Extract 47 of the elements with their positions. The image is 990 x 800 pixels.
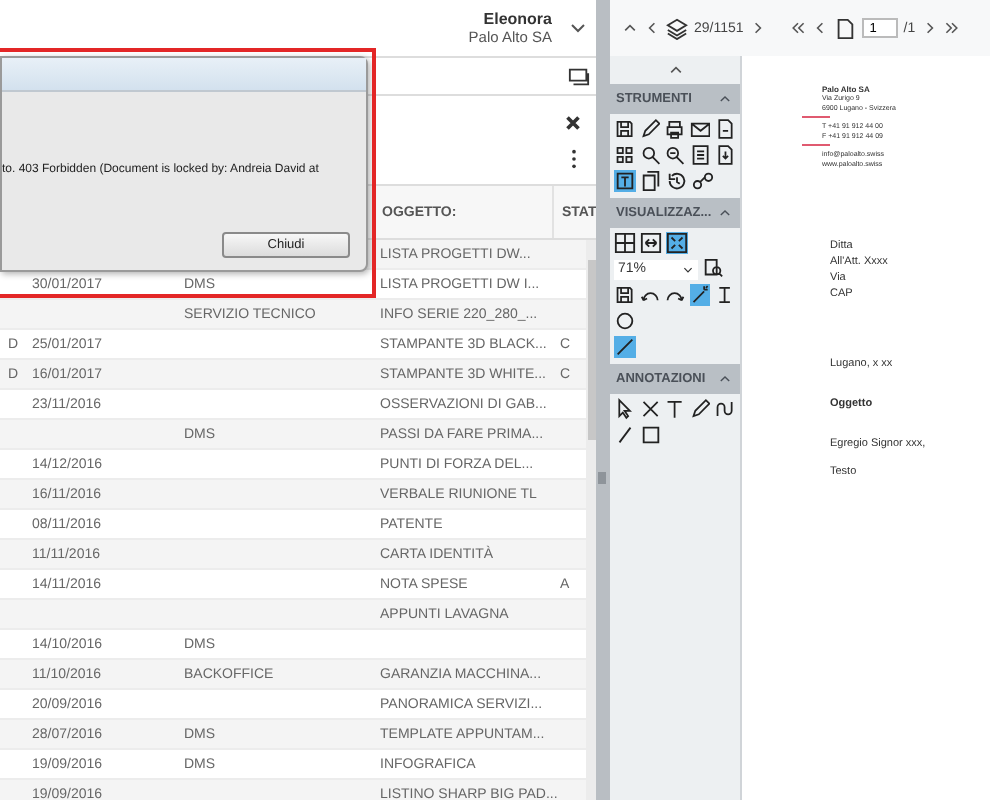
pen-icon[interactable] bbox=[639, 118, 661, 140]
caret-up-icon[interactable] bbox=[718, 372, 732, 386]
expand-icon[interactable] bbox=[666, 232, 688, 254]
curve-icon[interactable] bbox=[714, 398, 736, 420]
chevron-left-icon[interactable] bbox=[811, 20, 828, 36]
line-icon[interactable] bbox=[614, 424, 636, 446]
floppy-icon[interactable] bbox=[614, 118, 636, 140]
cross-icon[interactable] bbox=[639, 398, 661, 420]
zoom-page-icon[interactable] bbox=[702, 258, 724, 280]
caret-up-icon[interactable] bbox=[718, 92, 732, 106]
scrollbar[interactable] bbox=[586, 240, 596, 800]
text-icon[interactable] bbox=[664, 398, 686, 420]
layers-icon bbox=[666, 17, 688, 39]
rectangle-icon[interactable] bbox=[640, 424, 662, 446]
fit-width-icon[interactable] bbox=[640, 232, 662, 254]
caret-up-icon[interactable] bbox=[718, 206, 732, 220]
chevron-down-icon[interactable] bbox=[568, 18, 588, 38]
grid-icon[interactable] bbox=[614, 144, 636, 166]
copy-icon[interactable] bbox=[640, 170, 662, 192]
chevron-left-icon[interactable] bbox=[644, 20, 660, 36]
envelope-icon[interactable] bbox=[689, 118, 711, 140]
user-name: Eleonora bbox=[483, 10, 552, 28]
window-icon[interactable] bbox=[568, 65, 590, 87]
floppy-icon[interactable] bbox=[614, 284, 636, 306]
pointer-icon[interactable] bbox=[614, 398, 636, 420]
caret-down-icon[interactable] bbox=[682, 263, 694, 275]
printer-icon[interactable] bbox=[664, 118, 686, 140]
document-icon[interactable] bbox=[714, 118, 736, 140]
chevron-right-icon[interactable] bbox=[921, 20, 938, 36]
list-document-icon[interactable] bbox=[689, 144, 711, 166]
caret-up-icon[interactable] bbox=[667, 62, 683, 78]
pen-icon[interactable] bbox=[689, 398, 711, 420]
chevron-right-icon[interactable] bbox=[749, 20, 766, 36]
document-arrow-icon[interactable] bbox=[714, 144, 736, 166]
magnifier-icon[interactable] bbox=[664, 144, 686, 166]
text-cursor-icon[interactable] bbox=[714, 284, 736, 306]
page-icon bbox=[833, 17, 856, 39]
double-chevron-left-icon[interactable] bbox=[789, 20, 806, 36]
close-icon[interactable] bbox=[562, 111, 584, 133]
kebab-menu-icon[interactable] bbox=[570, 147, 578, 169]
search-icon[interactable] bbox=[639, 144, 661, 166]
double-chevron-right-icon[interactable] bbox=[943, 20, 960, 36]
history-icon[interactable] bbox=[666, 170, 688, 192]
wand-icon[interactable] bbox=[689, 284, 711, 306]
text-select-icon[interactable] bbox=[614, 170, 636, 192]
caret-up-icon[interactable] bbox=[622, 20, 638, 36]
link-icon[interactable] bbox=[692, 170, 714, 192]
